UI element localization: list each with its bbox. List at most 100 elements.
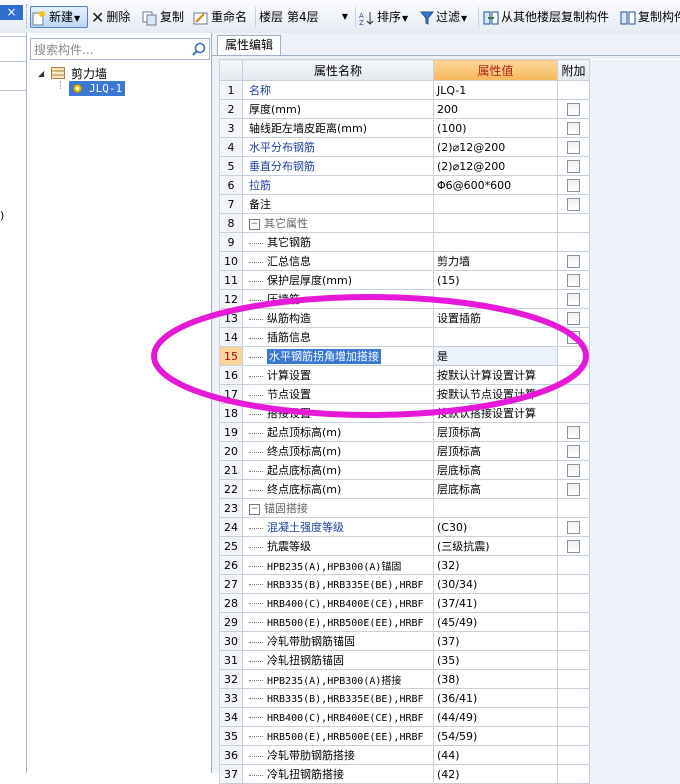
copy-button[interactable]: 复制 [142,7,184,27]
property-name-cell[interactable]: 计算设置 [243,366,434,385]
property-value-cell[interactable]: 层顶标高 [434,423,558,442]
table-row[interactable]: 33HRB335(B),HRB335E(BE),HRBF(36/41) [220,689,680,708]
table-row[interactable]: 12压墙筋 [220,290,680,309]
table-row[interactable]: 24混凝土强度等级(C30) [220,518,680,537]
table-row[interactable]: 37冷轧扭钢筋搭接(42) [220,765,680,784]
collapse-icon[interactable]: − [249,219,260,230]
property-name-cell[interactable]: 冷轧带肋钢筋搭接 [243,746,434,765]
table-row[interactable]: 29HRB500(E),HRB500E(EE),HRBF(45/49) [220,613,680,632]
extra-checkbox[interactable] [567,426,580,439]
search-input[interactable]: 搜索构件... [30,38,210,60]
filter-button[interactable]: 过滤▼ [420,7,467,27]
property-value-cell[interactable]: (35) [434,651,558,670]
property-value-cell[interactable] [434,290,558,309]
property-value-cell[interactable]: (100) [434,119,558,138]
property-name-cell[interactable]: HPB235(A),HPB300(A)搭接 [243,670,434,689]
property-value-cell[interactable]: 按默认计算设置计算 [434,366,558,385]
property-name-cell[interactable]: 冷轧扭钢筋搭接 [243,765,434,784]
property-name-cell[interactable]: HRB400(C),HRB400E(CE),HRBF [243,594,434,613]
table-row[interactable]: 7备注 [220,195,680,214]
property-name-cell[interactable]: 起点顶标高(m) [243,423,434,442]
property-value-cell[interactable]: (15) [434,271,558,290]
extra-checkbox[interactable] [567,540,580,553]
table-row[interactable]: 17节点设置按默认节点设置计算 [220,385,680,404]
property-value-cell[interactable]: (2)⌀12@200 [434,157,558,176]
table-row[interactable]: 9其它钢筋 [220,233,680,252]
property-name-cell[interactable]: 拉筋 [243,176,434,195]
rename-button[interactable]: 重命名 [193,7,247,27]
property-value-cell[interactable]: (C30) [434,518,558,537]
property-name-cell[interactable]: 插筋信息 [243,328,434,347]
property-name-cell[interactable]: 厚度(mm) [243,100,434,119]
table-row[interactable]: 10汇总信息剪力墙 [220,252,680,271]
property-value-cell[interactable]: 剪力墙 [434,252,558,271]
table-row[interactable]: 4水平分布钢筋(2)⌀12@200 [220,138,680,157]
property-name-cell[interactable]: HRB335(B),HRB335E(BE),HRBF [243,575,434,594]
property-name-cell[interactable]: −其它属性 [243,214,434,233]
tree-item-shear-wall[interactable]: 剪力墙 [71,65,107,82]
search-icon[interactable] [192,42,206,56]
table-row[interactable]: 16计算设置按默认计算设置计算 [220,366,680,385]
property-name-cell[interactable]: 轴线距左墙皮距离(mm) [243,119,434,138]
property-name-cell[interactable]: 其它钢筋 [243,233,434,252]
extra-checkbox[interactable] [567,331,580,344]
extra-checkbox[interactable] [567,198,580,211]
table-row[interactable]: 18搭接设置按默认搭接设置计算 [220,404,680,423]
property-name-cell[interactable]: 压墙筋 [243,290,434,309]
table-row[interactable]: 15水平钢筋拐角增加搭接是 [220,347,680,366]
table-row[interactable]: 30冷轧带肋钢筋锚固(37) [220,632,680,651]
property-name-cell[interactable]: 冷轧带肋钢筋锚固 [243,632,434,651]
property-value-cell[interactable]: 层底标高 [434,461,558,480]
extra-checkbox[interactable] [567,312,580,325]
property-name-cell[interactable]: 水平钢筋拐角增加搭接 [243,347,434,366]
property-value-cell[interactable] [434,195,558,214]
property-value-cell[interactable] [434,214,558,233]
property-value-cell[interactable]: (54/59) [434,727,558,746]
property-name-cell[interactable]: 混凝土强度等级 [243,518,434,537]
property-value-cell[interactable]: Φ6@600*600 [434,176,558,195]
table-row[interactable]: 3轴线距左墙皮距离(mm)(100) [220,119,680,138]
property-value-cell[interactable]: 层底标高 [434,480,558,499]
table-row[interactable]: 35HRB500(E),HRB500E(EE),HRBF(54/59) [220,727,680,746]
table-row[interactable]: 22终点底标高(m)层底标高 [220,480,680,499]
property-name-cell[interactable]: 垂直分布钢筋 [243,157,434,176]
property-value-cell[interactable]: (44) [434,746,558,765]
property-name-cell[interactable]: HPB235(A),HPB300(A)锚固 [243,556,434,575]
table-row[interactable]: 27HRB335(B),HRB335E(BE),HRBF(30/34) [220,575,680,594]
table-row[interactable]: 25抗震等级(三级抗震) [220,537,680,556]
collapse-icon[interactable]: − [249,504,260,515]
property-value-cell[interactable]: (37/41) [434,594,558,613]
property-value-cell[interactable] [434,328,558,347]
property-name-cell[interactable]: 保护层厚度(mm) [243,271,434,290]
property-name-cell[interactable]: HRB335(B),HRB335E(BE),HRBF [243,689,434,708]
table-row[interactable]: 21起点底标高(m)层底标高 [220,461,680,480]
property-name-cell[interactable]: 名称 [243,81,434,100]
copy-from-other-floor-button[interactable]: 从其他楼层复制构件 [483,7,609,27]
property-name-cell[interactable]: 抗震等级 [243,537,434,556]
table-row[interactable]: 32HPB235(A),HPB300(A)搭接(38) [220,670,680,689]
property-value-cell[interactable]: (44/49) [434,708,558,727]
property-value-cell[interactable]: 是 [434,347,558,366]
property-name-cell[interactable]: 汇总信息 [243,252,434,271]
property-name-cell[interactable]: 纵筋构造 [243,309,434,328]
property-value-cell[interactable] [434,499,558,518]
property-value-cell[interactable]: (2)⌀12@200 [434,138,558,157]
table-row[interactable]: 34HRB400(C),HRB400E(CE),HRBF(44/49) [220,708,680,727]
property-name-cell[interactable]: HRB500(E),HRB500E(EE),HRBF [243,727,434,746]
property-value-cell[interactable]: (32) [434,556,558,575]
property-name-cell[interactable]: 水平分布钢筋 [243,138,434,157]
property-name-cell[interactable]: 节点设置 [243,385,434,404]
property-value-cell[interactable]: 层顶标高 [434,442,558,461]
table-row[interactable]: 31冷轧扭钢筋锚固(35) [220,651,680,670]
property-value-cell[interactable]: 按默认搭接设置计算 [434,404,558,423]
property-value-cell[interactable]: (45/49) [434,613,558,632]
close-icon[interactable]: × [0,5,23,20]
property-name-cell[interactable]: 终点顶标高(m) [243,442,434,461]
extra-checkbox[interactable] [567,274,580,287]
table-row[interactable]: 8−其它属性 [220,214,680,233]
property-value-cell[interactable] [434,233,558,252]
table-row[interactable]: 26HPB235(A),HPB300(A)锚固(32) [220,556,680,575]
property-value-cell[interactable]: JLQ-1 [434,81,558,100]
property-value-cell[interactable]: 按默认节点设置计算 [434,385,558,404]
extra-checkbox[interactable] [567,445,580,458]
